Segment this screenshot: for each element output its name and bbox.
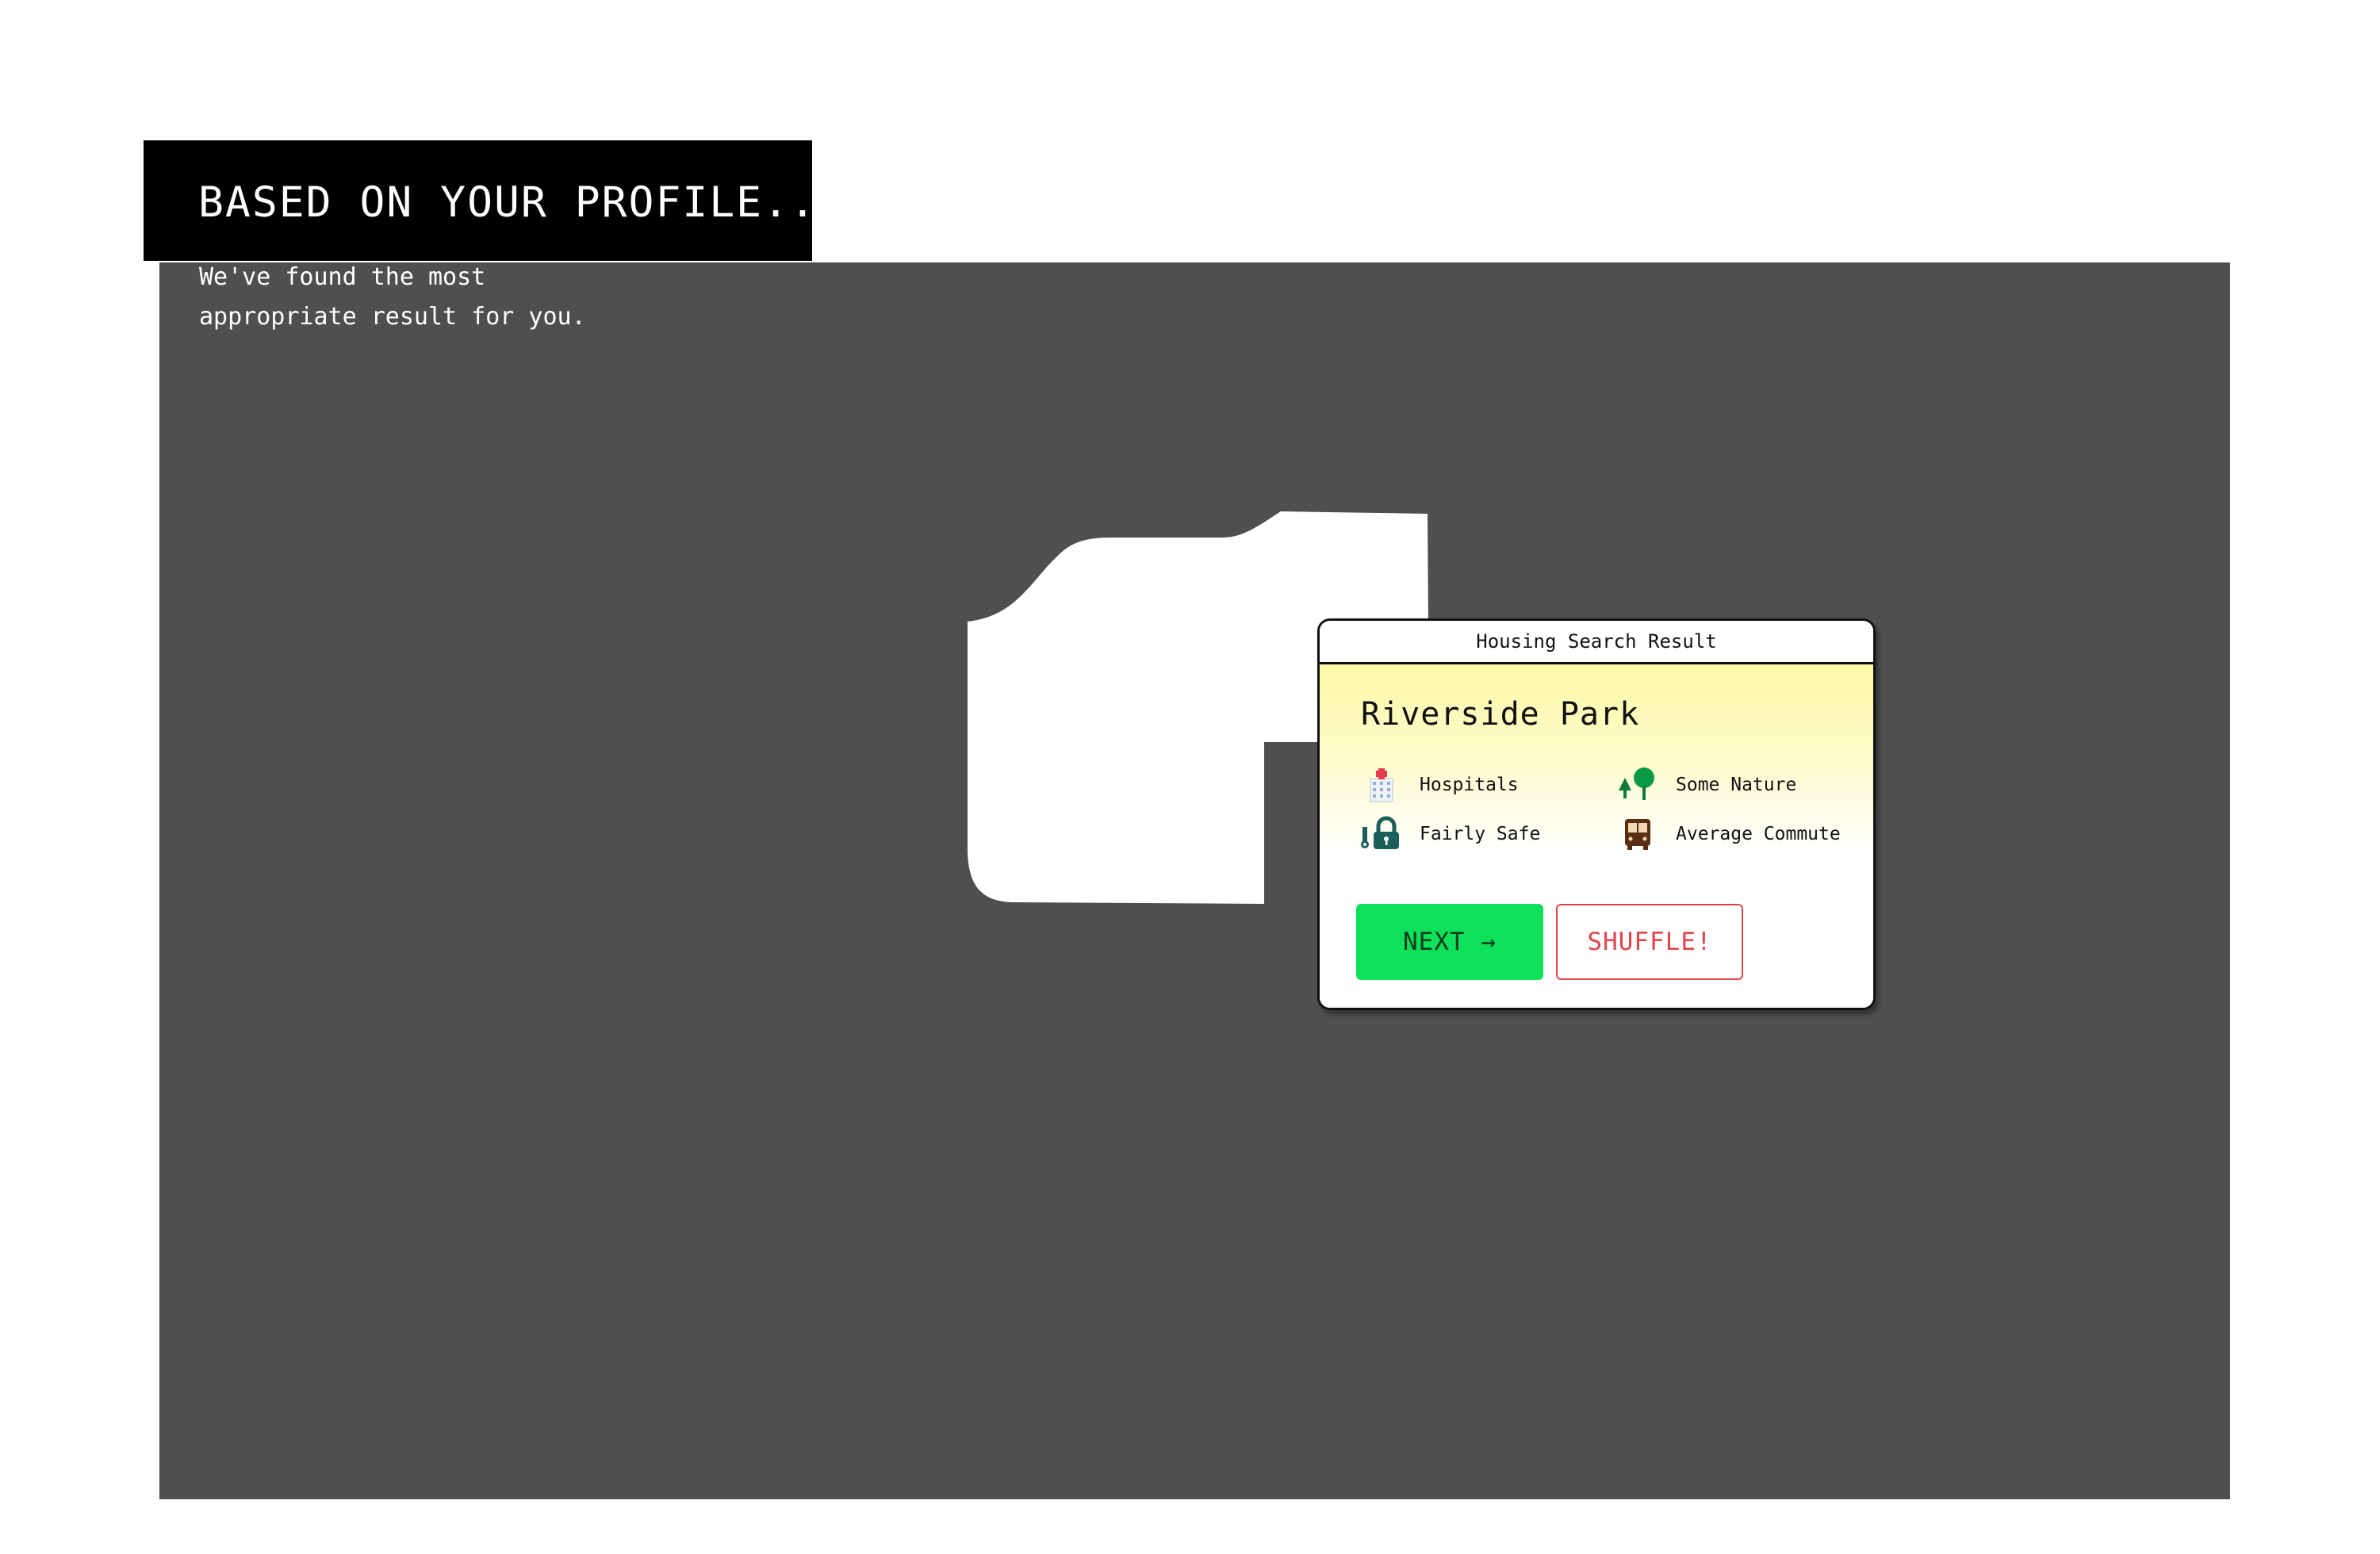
feature-commute: Average Commute — [1617, 813, 1841, 855]
subtitle-line-2: appropriate result for you. — [199, 303, 586, 331]
feature-label: Hospitals — [1420, 775, 1519, 795]
place-name: Riverside Park — [1361, 696, 1640, 733]
subtitle-line-1: We've found the most — [199, 263, 486, 291]
card-title-bar: Housing Search Result — [1320, 621, 1873, 664]
stage: BASED ON YOUR PROFILE... We've found the… — [0, 0, 2380, 1554]
feature-nature: Some Nature — [1617, 764, 1796, 806]
result-card: Housing Search Result Riverside Park Hos… — [1317, 618, 1876, 1010]
bus-icon — [1617, 813, 1658, 855]
feature-label: Fairly Safe — [1420, 824, 1541, 844]
feature-hospitals: Hospitals — [1361, 764, 1519, 806]
page-subtitle: We've found the most appropriate result … — [199, 258, 586, 337]
feature-label: Average Commute — [1676, 824, 1841, 844]
header-banner: BASED ON YOUR PROFILE... — [144, 140, 842, 261]
next-button[interactable]: NEXT → — [1356, 904, 1543, 980]
page-title: BASED ON YOUR PROFILE... — [198, 178, 844, 227]
shuffle-button[interactable]: SHUFFLE! — [1556, 904, 1743, 980]
safety-lock-icon — [1361, 813, 1402, 855]
hospital-icon — [1361, 764, 1402, 806]
feature-safety: Fairly Safe — [1361, 813, 1540, 855]
feature-label: Some Nature — [1676, 775, 1797, 795]
trees-icon — [1617, 764, 1658, 806]
card-body: Riverside Park Hospitals Some Nature Fai… — [1320, 664, 1873, 1008]
